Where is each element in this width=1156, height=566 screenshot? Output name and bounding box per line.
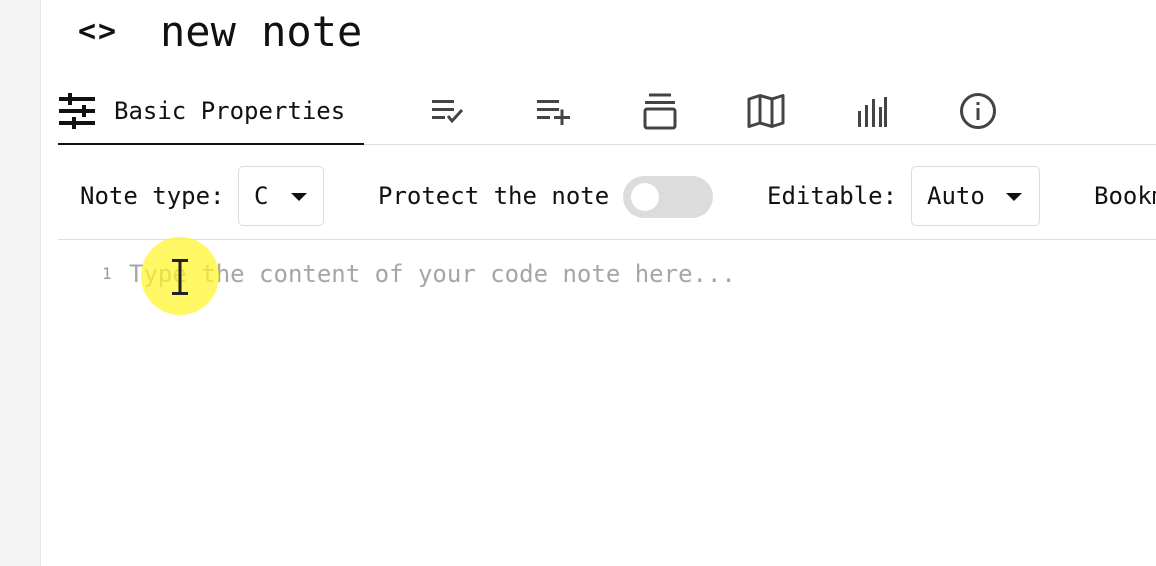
note-type-value: C <box>254 182 269 210</box>
note-title[interactable]: new note <box>160 7 362 56</box>
toggle-knob <box>631 183 659 211</box>
chevron-down-icon <box>291 193 307 201</box>
text-cursor-icon <box>172 259 188 295</box>
tab-basic-properties[interactable]: Basic Properties <box>58 78 364 145</box>
tab-list-add[interactable] <box>530 78 578 144</box>
editable-label: Editable: <box>767 182 898 210</box>
stack-icon <box>643 93 677 130</box>
tab-label: Basic Properties <box>114 96 346 125</box>
checklist-icon <box>432 100 464 124</box>
map-icon <box>747 94 785 128</box>
note-type-select[interactable]: C <box>238 166 324 226</box>
bar-chart-icon <box>858 97 887 127</box>
ribbon-tabs: Basic Properties <box>58 78 1156 145</box>
tab-info[interactable] <box>954 78 1002 144</box>
tab-map[interactable] <box>742 78 790 144</box>
editable-value: Auto <box>927 182 985 210</box>
sliders-icon <box>59 92 95 129</box>
tab-bar-chart[interactable] <box>848 78 896 144</box>
tab-stack[interactable] <box>636 78 684 144</box>
note-title-row: <> new note <box>78 0 362 62</box>
note-type-label: Note type: <box>80 182 225 210</box>
left-sidebar-strip <box>0 0 41 566</box>
chevron-down-icon <box>1006 193 1022 201</box>
tab-checklist[interactable] <box>424 78 472 144</box>
list-add-icon <box>537 100 570 125</box>
code-icon[interactable]: <> <box>78 14 126 49</box>
info-icon <box>960 93 996 129</box>
editable-select[interactable]: Auto <box>911 166 1040 226</box>
line-number: 1 <box>102 264 112 283</box>
protect-note-toggle[interactable] <box>623 176 713 218</box>
basic-properties-panel: Note type: C Protect the note Editable: … <box>58 146 1156 240</box>
bookmark-label: Bookm <box>1094 182 1156 210</box>
code-editor[interactable]: 1 Type the content of your code note her… <box>58 240 1156 566</box>
protect-note-label: Protect the note <box>378 182 610 210</box>
editor-placeholder: Type the content of your code note here.… <box>129 260 736 288</box>
